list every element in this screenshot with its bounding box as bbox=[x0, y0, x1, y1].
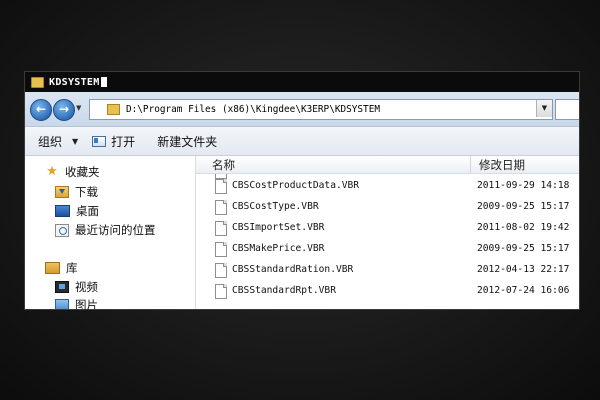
chevron-down-icon: ▼ bbox=[72, 136, 79, 146]
new-folder-button[interactable]: 新建文件夹 bbox=[157, 133, 217, 150]
file-icon bbox=[215, 221, 227, 236]
file-icon bbox=[215, 200, 227, 215]
title-bar[interactable]: KDSYSTEM bbox=[25, 72, 579, 92]
file-row[interactable]: CBSCostType.VBR 2009-09-25 15:17 bbox=[196, 197, 579, 218]
column-divider[interactable] bbox=[470, 156, 471, 173]
nav-item-desktop[interactable]: 桌面 bbox=[55, 203, 99, 219]
star-icon: ★ bbox=[46, 164, 58, 179]
recent-pages-dropdown[interactable]: ▼ bbox=[76, 104, 81, 112]
chevron-down-icon: ▼ bbox=[541, 104, 548, 112]
nav-item-pictures[interactable]: 图片 bbox=[55, 297, 98, 310]
file-date: 2009-09-25 15:17 bbox=[477, 243, 570, 254]
nav-item-favorites[interactable]: ★ 收藏夹 bbox=[45, 164, 100, 180]
file-name: CBSImportSet.VBR bbox=[232, 222, 325, 233]
file-row[interactable]: CBSImportSet.VBR 2011-08-02 19:42 bbox=[196, 218, 579, 239]
file-row[interactable]: CBSStandardRpt.VBR 2012-07-24 16:06 bbox=[196, 281, 579, 302]
explorer-window: KDSYSTEM ← → ▼ D:\Program Files (x86)\Ki… bbox=[24, 71, 580, 310]
open-label: 打开 bbox=[111, 134, 136, 149]
library-icon bbox=[45, 262, 60, 274]
arrow-left-icon: ← bbox=[35, 102, 47, 116]
picture-icon bbox=[55, 299, 69, 309]
nav-item-label: 库 bbox=[66, 261, 78, 275]
column-header-row: 名称 修改日期 bbox=[196, 156, 579, 174]
open-button[interactable]: 打开 bbox=[92, 133, 135, 150]
desktop-icon bbox=[55, 205, 70, 217]
arrow-right-icon: → bbox=[58, 102, 70, 116]
back-button[interactable]: ← bbox=[30, 99, 52, 121]
nav-item-recent-places[interactable]: 最近访问的位置 bbox=[55, 222, 156, 238]
nav-item-label: 视频 bbox=[75, 280, 98, 294]
file-date: 2011-08-02 19:42 bbox=[477, 222, 570, 233]
nav-item-videos[interactable]: 视频 bbox=[55, 279, 98, 295]
address-dropdown-button[interactable]: ▼ bbox=[536, 100, 552, 117]
folder-icon bbox=[107, 104, 120, 115]
file-name: CBSStandardRation.VBR bbox=[232, 264, 354, 275]
file-icon bbox=[215, 284, 227, 299]
file-date: 2011-09-29 14:18 bbox=[477, 180, 570, 191]
file-row[interactable]: CBSMakePrice.VBR 2009-09-25 15:17 bbox=[196, 239, 579, 260]
file-date: 2012-04-13 22:17 bbox=[477, 264, 570, 275]
nav-item-libraries[interactable]: 库 bbox=[45, 260, 78, 276]
file-row[interactable]: CBSCostProductData.VBR 2011-09-29 14:18 bbox=[196, 176, 579, 197]
organize-label: 组织 bbox=[38, 134, 63, 149]
file-list: 名称 修改日期 CBSCostProductData.VBR 2011-09-2… bbox=[196, 156, 579, 309]
navigation-pane: ★ 收藏夹 下载 桌面 最近访问的位置 库 视频 图片 bbox=[25, 156, 196, 309]
file-icon bbox=[215, 263, 227, 278]
nav-item-label: 桌面 bbox=[76, 204, 99, 218]
nav-item-label: 最近访问的位置 bbox=[75, 223, 156, 237]
file-name: CBSStandardRpt.VBR bbox=[232, 285, 336, 296]
nav-item-label: 图片 bbox=[75, 298, 98, 310]
nav-item-label: 下载 bbox=[75, 185, 98, 199]
folder-icon bbox=[31, 76, 44, 88]
recent-places-icon bbox=[55, 223, 69, 237]
forward-button[interactable]: → bbox=[53, 99, 75, 121]
downloads-folder-icon bbox=[55, 186, 69, 198]
file-date: 2009-09-25 15:17 bbox=[477, 201, 570, 212]
command-toolbar: 组织 ▼ 打开 新建文件夹 bbox=[25, 127, 579, 156]
nav-item-label: 收藏夹 bbox=[65, 165, 100, 179]
open-icon bbox=[92, 135, 107, 147]
video-icon bbox=[55, 281, 69, 293]
file-icon bbox=[215, 179, 227, 194]
file-icon bbox=[215, 242, 227, 257]
organize-button[interactable]: 组织 ▼ bbox=[38, 133, 78, 150]
text-cursor bbox=[100, 77, 107, 87]
navigation-bar: ← → ▼ D:\Program Files (x86)\Kingdee\K3E… bbox=[25, 92, 579, 127]
column-header-date-modified[interactable]: 修改日期 bbox=[479, 157, 525, 173]
file-name: CBSCostProductData.VBR bbox=[232, 180, 360, 191]
file-row[interactable]: CBSStandardRation.VBR 2012-04-13 22:17 bbox=[196, 260, 579, 281]
file-name: CBSMakePrice.VBR bbox=[232, 243, 325, 254]
file-rows: CBSCostProductData.VBR 2011-09-29 14:18 … bbox=[196, 174, 579, 309]
file-name: CBSCostType.VBR bbox=[232, 201, 319, 212]
file-date: 2012-07-24 16:06 bbox=[477, 285, 570, 296]
column-header-name[interactable]: 名称 bbox=[212, 157, 235, 173]
window-title: KDSYSTEM bbox=[49, 76, 100, 88]
new-folder-label: 新建文件夹 bbox=[157, 134, 218, 149]
search-box[interactable] bbox=[555, 99, 579, 120]
nav-item-downloads[interactable]: 下载 bbox=[55, 184, 98, 200]
address-path[interactable]: D:\Program Files (x86)\Kingdee\K3ERP\KDS… bbox=[126, 104, 380, 115]
address-bar[interactable]: D:\Program Files (x86)\Kingdee\K3ERP\KDS… bbox=[89, 99, 553, 120]
